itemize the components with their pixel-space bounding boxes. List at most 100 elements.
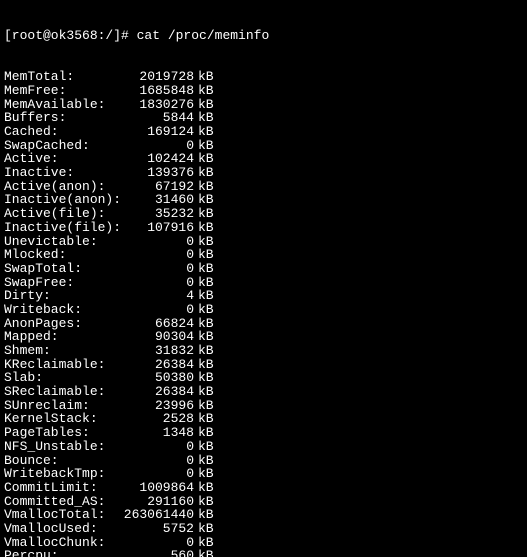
meminfo-label: SUnreclaim: [4, 399, 119, 413]
meminfo-unit: kB [194, 454, 214, 468]
meminfo-label: Committed_AS: [4, 495, 119, 509]
meminfo-row: Percpu:560kB [4, 549, 523, 557]
meminfo-unit: kB [194, 371, 214, 385]
meminfo-row: AnonPages:66824kB [4, 317, 523, 331]
meminfo-label: Mapped: [4, 330, 119, 344]
meminfo-value: 0 [119, 536, 194, 550]
meminfo-label: KernelStack: [4, 412, 119, 426]
meminfo-row: VmallocUsed:5752kB [4, 522, 523, 536]
meminfo-value: 0 [119, 454, 194, 468]
meminfo-value: 31460 [119, 193, 194, 207]
meminfo-row: MemAvailable:1830276kB [4, 98, 523, 112]
meminfo-unit: kB [194, 385, 214, 399]
meminfo-unit: kB [194, 549, 214, 557]
meminfo-label: SwapCached: [4, 139, 119, 153]
meminfo-row: Active(anon):67192kB [4, 180, 523, 194]
meminfo-label: Active(file): [4, 207, 119, 221]
meminfo-value: 560 [119, 549, 194, 557]
meminfo-label: PageTables: [4, 426, 119, 440]
meminfo-value: 1685848 [119, 84, 194, 98]
meminfo-value: 0 [119, 139, 194, 153]
meminfo-label: SReclaimable: [4, 385, 119, 399]
meminfo-value: 0 [119, 276, 194, 290]
meminfo-value: 2019728 [119, 70, 194, 84]
meminfo-unit: kB [194, 467, 214, 481]
meminfo-label: VmallocTotal: [4, 508, 119, 522]
meminfo-label: AnonPages: [4, 317, 119, 331]
meminfo-value: 0 [119, 262, 194, 276]
meminfo-label: Active(anon): [4, 180, 119, 194]
meminfo-row: CommitLimit:1009864kB [4, 481, 523, 495]
meminfo-unit: kB [194, 180, 214, 194]
meminfo-label: VmallocUsed: [4, 522, 119, 536]
meminfo-unit: kB [194, 289, 214, 303]
meminfo-value: 66824 [119, 317, 194, 331]
meminfo-output: MemTotal:2019728kBMemFree:1685848kBMemAv… [4, 70, 523, 557]
meminfo-label: Inactive: [4, 166, 119, 180]
meminfo-unit: kB [194, 399, 214, 413]
meminfo-value: 2528 [119, 412, 194, 426]
meminfo-label: Bounce: [4, 454, 119, 468]
meminfo-row: Slab:50380kB [4, 371, 523, 385]
meminfo-value: 169124 [119, 125, 194, 139]
meminfo-unit: kB [194, 248, 214, 262]
meminfo-row: WritebackTmp:0kB [4, 467, 523, 481]
meminfo-value: 102424 [119, 152, 194, 166]
meminfo-row: Inactive(file):107916kB [4, 221, 523, 235]
meminfo-row: VmallocChunk:0kB [4, 536, 523, 550]
meminfo-value: 0 [119, 248, 194, 262]
meminfo-row: KernelStack:2528kB [4, 412, 523, 426]
meminfo-label: Mlocked: [4, 248, 119, 262]
meminfo-unit: kB [194, 358, 214, 372]
meminfo-value: 0 [119, 303, 194, 317]
meminfo-value: 67192 [119, 180, 194, 194]
meminfo-value: 291160 [119, 495, 194, 509]
meminfo-label: Unevictable: [4, 235, 119, 249]
meminfo-row: Active:102424kB [4, 152, 523, 166]
meminfo-row: SReclaimable:26384kB [4, 385, 523, 399]
meminfo-label: NFS_Unstable: [4, 440, 119, 454]
meminfo-unit: kB [194, 70, 214, 84]
meminfo-value: 0 [119, 235, 194, 249]
terminal-window[interactable]: [root@ok3568:/]# cat /proc/meminfo MemTo… [0, 0, 527, 557]
typed-command: cat /proc/meminfo [137, 28, 270, 43]
meminfo-unit: kB [194, 481, 214, 495]
meminfo-unit: kB [194, 412, 214, 426]
meminfo-label: Writeback: [4, 303, 119, 317]
meminfo-label: VmallocChunk: [4, 536, 119, 550]
meminfo-label: SwapFree: [4, 276, 119, 290]
meminfo-unit: kB [194, 125, 214, 139]
meminfo-unit: kB [194, 111, 214, 125]
meminfo-value: 50380 [119, 371, 194, 385]
meminfo-row: Writeback:0kB [4, 303, 523, 317]
meminfo-value: 26384 [119, 385, 194, 399]
meminfo-unit: kB [194, 495, 214, 509]
meminfo-value: 35232 [119, 207, 194, 221]
meminfo-row: Cached:169124kB [4, 125, 523, 139]
meminfo-label: MemFree: [4, 84, 119, 98]
meminfo-unit: kB [194, 152, 214, 166]
meminfo-label: Shmem: [4, 344, 119, 358]
meminfo-row: Buffers:5844kB [4, 111, 523, 125]
meminfo-value: 90304 [119, 330, 194, 344]
meminfo-value: 0 [119, 467, 194, 481]
meminfo-unit: kB [194, 522, 214, 536]
meminfo-row: SwapFree:0kB [4, 276, 523, 290]
meminfo-value: 107916 [119, 221, 194, 235]
meminfo-label: KReclaimable: [4, 358, 119, 372]
meminfo-unit: kB [194, 440, 214, 454]
meminfo-row: Committed_AS:291160kB [4, 495, 523, 509]
meminfo-row: Active(file):35232kB [4, 207, 523, 221]
meminfo-row: VmallocTotal:263061440kB [4, 508, 523, 522]
meminfo-unit: kB [194, 193, 214, 207]
meminfo-label: CommitLimit: [4, 481, 119, 495]
meminfo-row: Mlocked:0kB [4, 248, 523, 262]
meminfo-row: SwapCached:0kB [4, 139, 523, 153]
meminfo-row: PageTables:1348kB [4, 426, 523, 440]
meminfo-row: Dirty:4kB [4, 289, 523, 303]
meminfo-label: MemTotal: [4, 70, 119, 84]
meminfo-unit: kB [194, 166, 214, 180]
meminfo-value: 1830276 [119, 98, 194, 112]
meminfo-label: Active: [4, 152, 119, 166]
meminfo-value: 0 [119, 440, 194, 454]
